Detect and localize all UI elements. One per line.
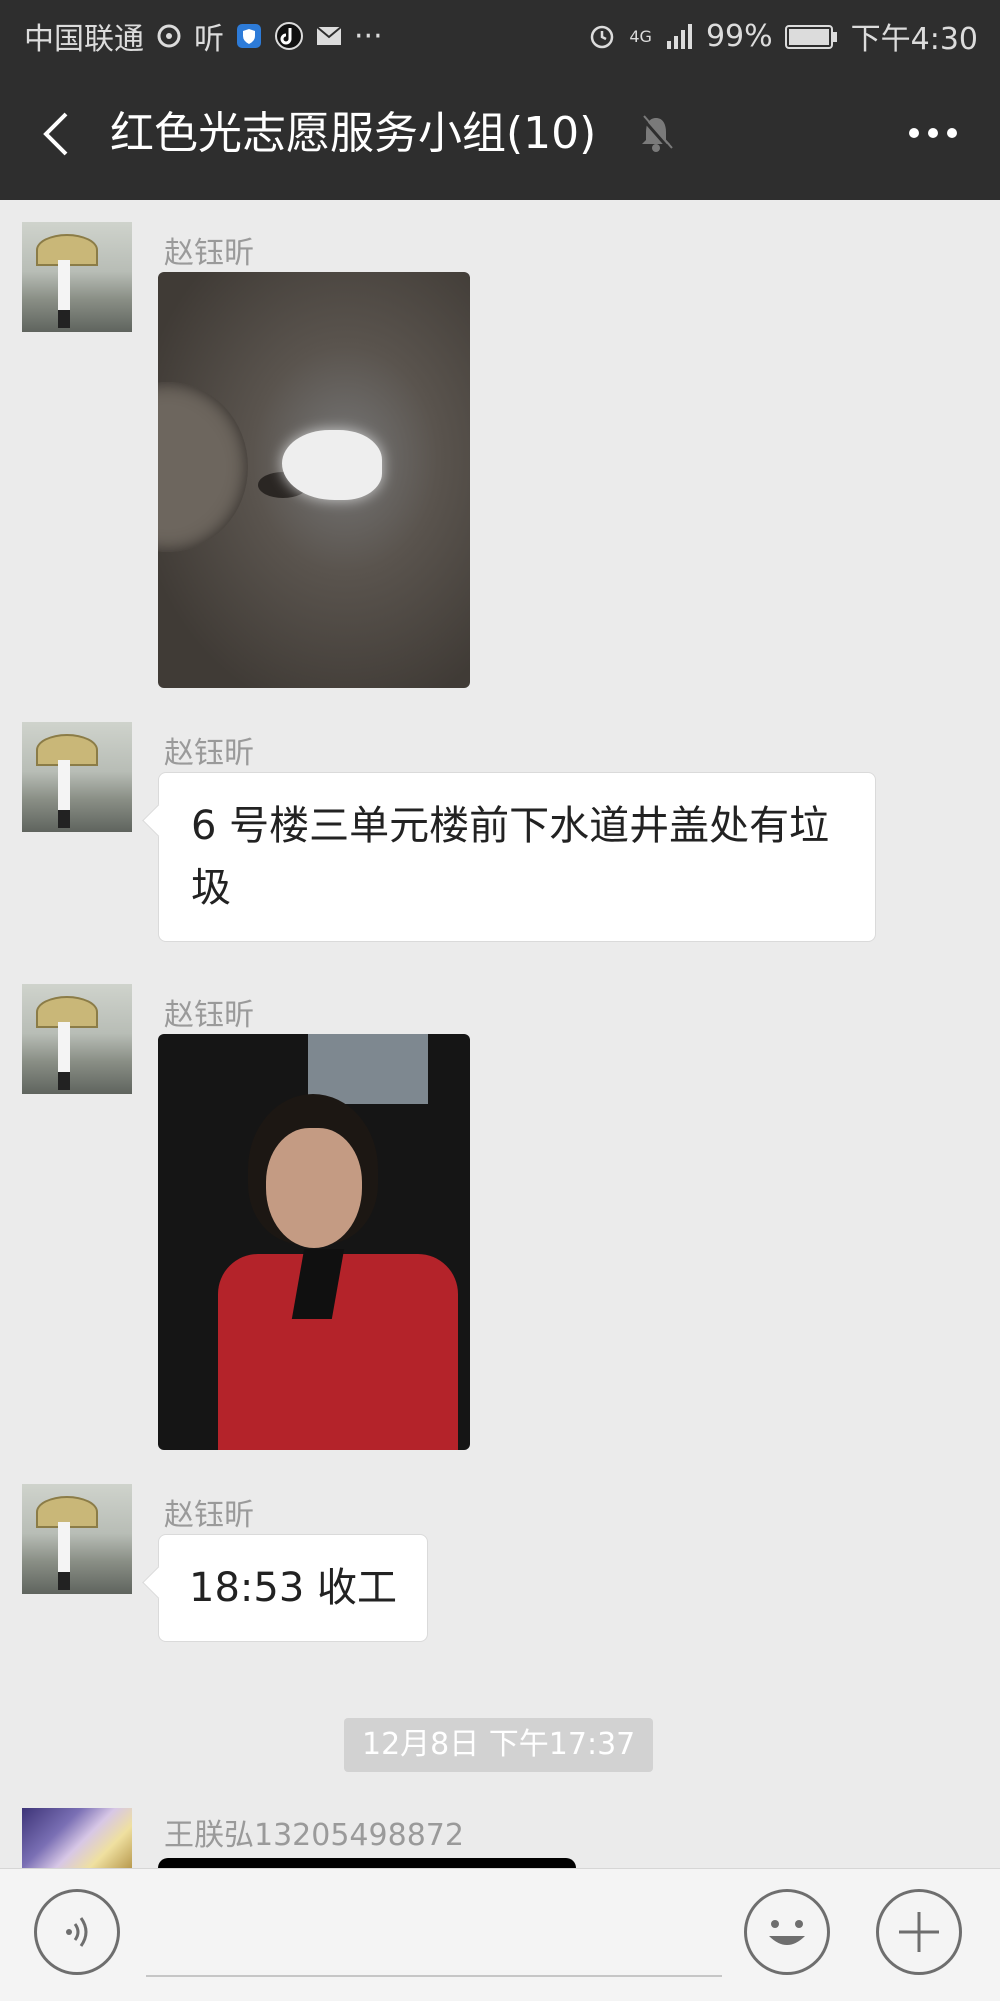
voice-button[interactable]: [34, 1889, 120, 1975]
text-bubble[interactable]: 18:53 收工: [158, 1534, 428, 1642]
avatar-figure: [58, 760, 70, 812]
avatar[interactable]: [22, 1484, 132, 1594]
listen-app-label: 听: [194, 22, 224, 57]
chat-header: 红色光志愿服务小组(10): [0, 68, 1000, 200]
avatar-figure: [58, 1522, 70, 1574]
avatar-legs: [58, 1572, 70, 1590]
photo-face: [266, 1128, 362, 1248]
battery-percent: 99%: [705, 18, 773, 54]
status-bar: 中国联通 听 ··· 4G 99% 下午4:30: [0, 0, 1000, 68]
photo-message[interactable]: [158, 1858, 576, 1868]
voice-icon: [66, 1917, 88, 1947]
plus-button[interactable]: [876, 1889, 962, 1975]
photo-message[interactable]: [158, 272, 470, 688]
status-left: 中国联通 听 ···: [24, 14, 383, 58]
sync-icon: [157, 24, 181, 48]
chat-title: 红色光志愿服务小组(10): [110, 108, 597, 159]
alarm-icon: [591, 25, 614, 49]
status-right: 4G 99% 下午4:30: [587, 14, 978, 58]
emoji-icon: [769, 1920, 805, 1945]
avatar-legs: [58, 1072, 70, 1090]
mail-icon: [316, 26, 342, 45]
battery-icon: [784, 25, 837, 49]
message-input[interactable]: [146, 1889, 722, 1977]
sender-name: 赵钰昕: [164, 1498, 254, 1533]
more-icon[interactable]: [906, 108, 960, 158]
mute-bell-icon: [640, 115, 673, 152]
avatar[interactable]: [22, 722, 132, 832]
avatar[interactable]: [22, 1808, 132, 1868]
clock: 下午4:30: [850, 22, 978, 57]
sender-name: 赵钰昕: [164, 998, 254, 1033]
sender-name: 赵钰昕: [164, 736, 254, 771]
message-text: 18:53 收工: [189, 1565, 397, 1611]
tiktok-icon: [275, 22, 303, 50]
input-bar: [0, 1868, 1000, 2001]
message-text: 6 号楼三单元楼前下水道井盖处有垃圾: [191, 803, 830, 911]
carrier-label: 中国联通: [24, 22, 144, 57]
emoji-button[interactable]: [744, 1889, 830, 1975]
avatar-figure: [58, 260, 70, 312]
more-notifications: ···: [354, 18, 383, 54]
text-bubble[interactable]: 6 号楼三单元楼前下水道井盖处有垃圾: [158, 772, 876, 942]
photo-manhole: [158, 382, 248, 552]
sender-name: 赵钰昕: [164, 236, 254, 271]
network-type: 4G: [629, 26, 652, 46]
photo-trash: [282, 430, 382, 500]
sender-name: 王朕弘13205498872: [164, 1818, 464, 1853]
photo-window: [308, 1034, 428, 1104]
chat-timestamp: 12月8日 下午17:37: [344, 1718, 654, 1772]
avatar[interactable]: [22, 222, 132, 332]
avatar-legs: [58, 310, 70, 328]
back-icon[interactable]: [36, 104, 76, 164]
shield-icon: [237, 24, 261, 48]
signal-icon: [666, 24, 692, 49]
avatar-figure: [58, 1022, 70, 1074]
photo-message[interactable]: [158, 1034, 470, 1450]
plus-icon: [899, 1912, 939, 1952]
avatar[interactable]: [22, 984, 132, 1094]
avatar-legs: [58, 810, 70, 828]
